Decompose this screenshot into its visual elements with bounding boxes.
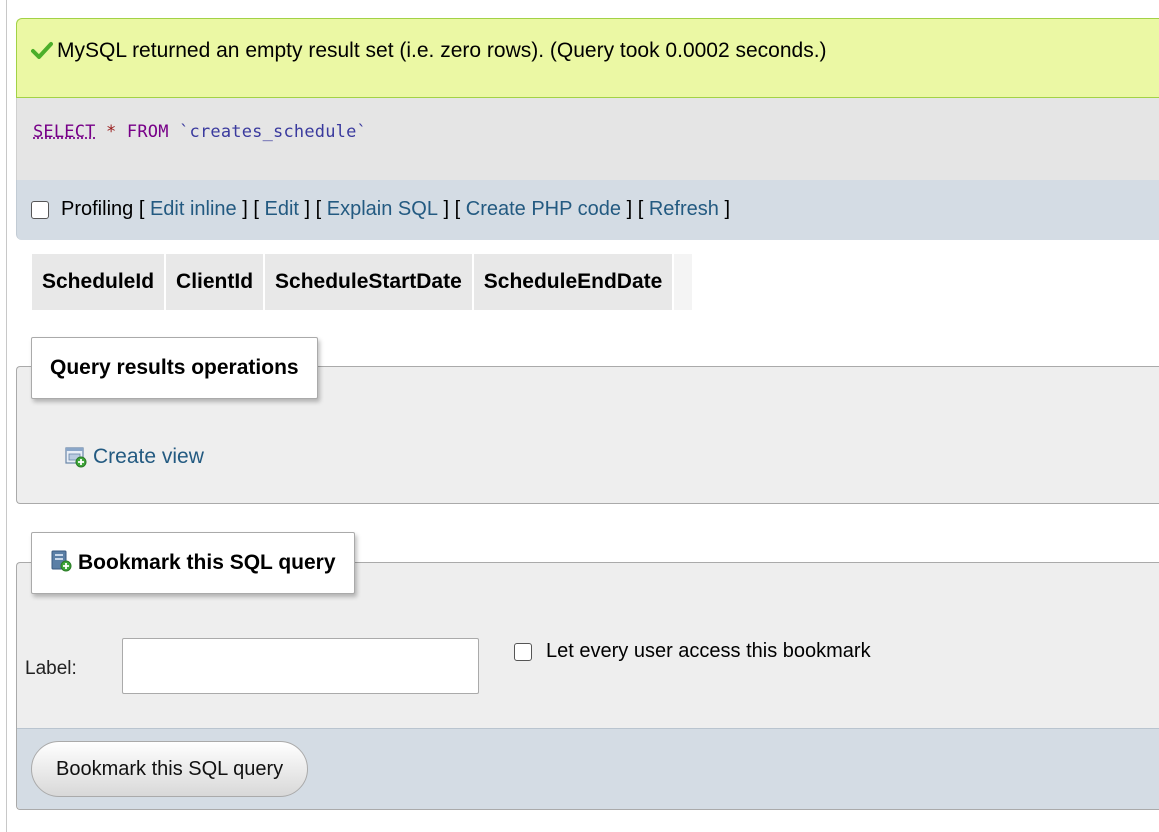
- edit-link[interactable]: Edit: [264, 198, 298, 221]
- column-header-scheduleid[interactable]: ScheduleId: [32, 254, 167, 310]
- sql-keyword-from: FROM: [126, 122, 169, 142]
- bookmark-legend-text: Bookmark this SQL query: [78, 551, 336, 574]
- share-bookmark-row: Let every user access this bookmark: [514, 640, 871, 663]
- sql-query-box: SELECT * FROM `creates_schedule`: [16, 98, 1159, 180]
- bracket-open: [: [637, 198, 644, 220]
- column-header-scheduleenddate[interactable]: ScheduleEndDate: [473, 254, 675, 310]
- page: MySQL returned an empty result set (i.e.…: [0, 0, 1159, 832]
- bracket-close: ]: [304, 198, 311, 220]
- bracket-open: [: [315, 198, 322, 220]
- sql-table-name: `creates_schedule`: [179, 122, 367, 142]
- bookmark-label-input[interactable]: [122, 638, 479, 694]
- bookmark-fieldset: Bookmark this SQL query Label: Let every…: [16, 532, 1159, 810]
- query-results-operations-legend: Query results operations: [31, 337, 318, 399]
- bracket-close: ]: [724, 198, 730, 220]
- create-view-link[interactable]: Create view: [65, 445, 204, 469]
- create-view-label[interactable]: Create view: [93, 445, 204, 469]
- success-message: MySQL returned an empty result set (i.e.…: [16, 18, 1159, 98]
- success-message-line: MySQL returned an empty result set (i.e.…: [31, 39, 827, 63]
- bracket-open: [: [454, 198, 461, 220]
- left-divider: [6, 0, 7, 832]
- create-view-icon: [65, 447, 87, 468]
- bookmark-legend: Bookmark this SQL query: [31, 532, 355, 594]
- share-bookmark-checkbox[interactable]: [514, 642, 532, 661]
- edit-inline-link[interactable]: Edit inline: [150, 198, 237, 221]
- bracket-open: [: [253, 198, 259, 220]
- sql-tools-row: Profiling [ Edit inline ] [ Edit ] [ Exp…: [31, 198, 730, 221]
- sql-query-code: SELECT * FROM `creates_schedule`: [33, 122, 367, 142]
- success-check-icon: [31, 42, 53, 59]
- column-header-clientid[interactable]: ClientId: [166, 254, 266, 310]
- sql-keyword-select[interactable]: SELECT: [33, 122, 96, 142]
- header-tail: [674, 254, 693, 310]
- bookmark-submit-button[interactable]: Bookmark this SQL query: [31, 741, 309, 797]
- profiling-label[interactable]: Profiling: [61, 198, 133, 221]
- bracket-close: ]: [242, 198, 248, 220]
- query-results-operations-fieldset: Query results operations Create view: [16, 337, 1159, 504]
- sql-star: *: [106, 122, 117, 142]
- share-bookmark-label[interactable]: Let every user access this bookmark: [546, 640, 871, 663]
- bookmark-label-text: Label:: [25, 658, 77, 679]
- success-message-text: MySQL returned an empty result set (i.e.…: [57, 39, 827, 62]
- profiling-checkbox[interactable]: [31, 200, 49, 219]
- create-php-code-link[interactable]: Create PHP code: [466, 198, 621, 221]
- bracket-close: ]: [626, 198, 633, 220]
- bookmark-icon: [51, 550, 72, 572]
- bookmark-footer: Bookmark this SQL query: [17, 728, 1159, 809]
- column-header-schedulestartdate[interactable]: ScheduleStartDate: [265, 254, 474, 310]
- bracket-close: ]: [443, 198, 450, 220]
- result-table-header: ScheduleId ClientId ScheduleStartDate Sc…: [32, 254, 693, 310]
- sql-tools-bar: Profiling [ Edit inline ] [ Edit ] [ Exp…: [16, 180, 1159, 240]
- refresh-link[interactable]: Refresh: [649, 198, 719, 221]
- explain-sql-link[interactable]: Explain SQL: [327, 198, 438, 221]
- bracket-open: [: [138, 198, 145, 220]
